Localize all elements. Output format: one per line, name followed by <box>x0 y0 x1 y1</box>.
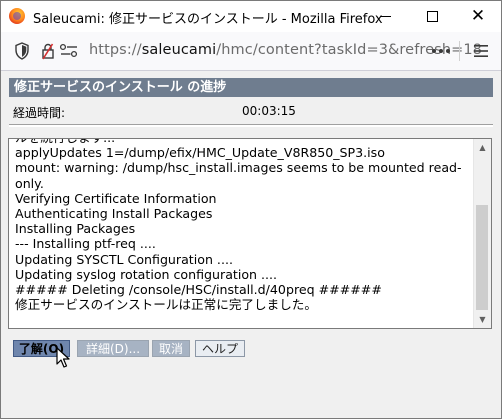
details-button[interactable]: 詳細(D)... <box>77 340 149 357</box>
elapsed-time-label: 経過時間: <box>13 106 66 120</box>
page-actions-more-icon[interactable] <box>429 40 453 62</box>
window-title: Saleucami: 修正サービスのインストール - Mozilla Firef… <box>33 12 383 27</box>
scroll-up-arrow-icon[interactable]: ▲ <box>474 139 491 156</box>
elapsed-time-value: 00:03:15 <box>242 104 296 118</box>
browser-window: Saleucami: 修正サービスのインストール - Mozilla Firef… <box>0 0 502 419</box>
close-button[interactable]: ✕ <box>455 1 501 32</box>
log-line: Updating syslog rotation configuration .… <box>15 266 278 282</box>
log-line: Authenticating Install Packages <box>15 206 213 222</box>
help-button[interactable]: ヘルプ <box>195 340 245 357</box>
log-text: ルを続行します...applyUpdates 1=/dump/efix/HMC_… <box>15 139 470 313</box>
log-line: applyUpdates 1=/dump/efix/HMC_Update_V8R… <box>15 145 385 161</box>
log-line: Verifying Certificate Information <box>15 190 217 206</box>
maximize-button[interactable] <box>409 1 455 32</box>
divider <box>9 124 493 127</box>
log-line: --- Installing ptf-req .... <box>15 236 156 252</box>
address-bar: https://saleucami/hmc/content?taskId=3&r… <box>1 32 501 71</box>
scroll-down-arrow-icon[interactable]: ▼ <box>474 311 491 328</box>
log-line: mount: warning: /dump/hsc_install.images… <box>15 160 462 176</box>
toolbar-separator <box>459 41 460 61</box>
minimize-button[interactable] <box>363 1 409 32</box>
log-line: Updating SYSCTL Configuration .... <box>15 251 233 267</box>
firefox-logo-icon <box>9 8 25 24</box>
log-line: ルを続行します... <box>15 139 470 145</box>
permissions-icon[interactable] <box>59 40 79 62</box>
minimize-icon <box>381 16 391 17</box>
log-line: only. <box>15 175 44 191</box>
scrollbar-thumb[interactable] <box>476 205 488 310</box>
progress-header: 修正サービスのインストール の進捗 <box>9 78 493 97</box>
tracking-protection-shield-icon[interactable] <box>13 40 31 62</box>
url-host: saleucami <box>141 42 217 58</box>
url-field[interactable]: https://saleucami/hmc/content?taskId=3&r… <box>89 42 482 58</box>
cancel-button[interactable]: 取消 <box>152 340 190 357</box>
log-line: ##### Deleting /console/HSC/install.d/40… <box>15 282 382 298</box>
dialog-content: 修正サービスのインストール の進捗 経過時間: 00:03:15 ルを続行します… <box>2 71 501 418</box>
url-scheme: https:// <box>89 42 142 58</box>
hamburger-menu-icon[interactable] <box>469 40 493 62</box>
log-scrollbar[interactable]: ▲ ▼ <box>473 139 491 328</box>
log-line: 修正サービスのインストールは正常に完了しました。 <box>15 297 317 313</box>
install-log[interactable]: ルを続行します...applyUpdates 1=/dump/efix/HMC_… <box>8 138 492 329</box>
log-line: Installing Packages <box>15 221 136 237</box>
mouse-pointer-icon <box>56 347 70 368</box>
maximize-icon <box>426 11 438 22</box>
lock-warning-icon[interactable] <box>41 40 55 62</box>
title-bar: Saleucami: 修正サービスのインストール - Mozilla Firef… <box>1 1 501 32</box>
close-icon: ✕ <box>470 6 486 26</box>
